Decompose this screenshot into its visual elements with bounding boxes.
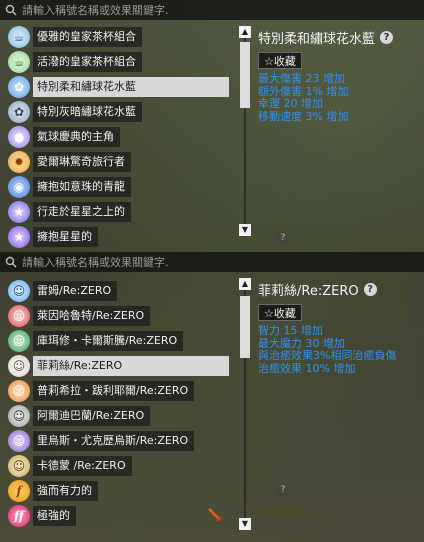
scroll-track[interactable] — [240, 290, 250, 518]
list-item-label: 氣球慶典的主角 — [33, 127, 120, 147]
list-item-label: 擁抱如意珠的青龍 — [33, 177, 131, 197]
help-icon[interactable]: ? — [276, 231, 290, 245]
scroll-down-button[interactable]: ▼ — [239, 224, 251, 236]
list-item-label: 萊因哈魯特/Re:ZERO — [33, 306, 151, 326]
search-bar — [0, 0, 424, 20]
hydrangea-gray-icon: ✿ — [8, 101, 30, 123]
list-item-label: 行走於星星之上的 — [33, 202, 131, 222]
list-item[interactable]: ✹ 愛爾琳驚奇旅行者 — [0, 149, 232, 174]
sun-icon: ✹ — [8, 151, 30, 173]
scrollbar[interactable]: ▲ ▼ — [238, 278, 252, 530]
list-item-label: 極強的 — [33, 506, 76, 526]
list-item-label: 里烏斯・尤克歷烏斯/Re:ZERO — [33, 431, 195, 451]
list-item-label: 強而有力的 — [33, 481, 98, 501]
title-detail: 特別柔和繡球花水藍 ? ☆收藏 最大傷害 23 增加 額外傷害 1% 增加 幸運… — [258, 28, 418, 123]
stat-list: 最大傷害 23 增加 額外傷害 1% 增加 幸運 20 增加 移動速度 3% 增… — [258, 72, 418, 123]
list-item[interactable]: ☺ 萊因哈魯特/Re:ZERO — [0, 303, 232, 328]
detail-title: 菲莉絲/Re:ZERO — [258, 284, 359, 299]
scroll-thumb[interactable] — [240, 296, 250, 358]
list-item-label: 優雅的皇家茶杯組合 — [33, 27, 142, 47]
title-panel-2: ☺ 雷姆/Re:ZERO ☺ 萊因哈魯特/Re:ZERO ☺ 庫珥修・卡爾斯騰/… — [0, 250, 424, 542]
detail-title: 特別柔和繡球花水藍 — [258, 32, 376, 47]
scrollbar[interactable]: ▲ ▼ — [238, 26, 252, 236]
list-item-label: 雷姆/Re:ZERO — [33, 281, 118, 301]
search-bar — [0, 252, 424, 272]
list-item-label: 卡德蒙 /Re:ZERO — [33, 456, 132, 476]
detail-title-row: 特別柔和繡球花水藍 ? — [258, 28, 418, 47]
favorite-button[interactable]: ☆收藏 — [258, 52, 302, 69]
list-item[interactable]: ☺ 雷姆/Re:ZERO — [0, 278, 232, 303]
search-input[interactable] — [22, 1, 424, 19]
scroll-down-button[interactable]: ▼ — [239, 518, 251, 530]
priscilla-avatar-icon: ☺ — [8, 380, 30, 402]
title-list: ☺ 雷姆/Re:ZERO ☺ 萊因哈魯特/Re:ZERO ☺ 庫珥修・卡爾斯騰/… — [0, 278, 232, 528]
list-item-label: 庫珥修・卡爾斯騰/Re:ZERO — [33, 331, 184, 351]
search-icon[interactable] — [0, 252, 22, 272]
list-item[interactable]: ★ 行走於星星之上的 — [0, 199, 232, 224]
list-item-label: 擁抱星星的 — [33, 227, 98, 247]
list-item[interactable]: ✿ 特別灰暗繡球花水藍 — [0, 99, 232, 124]
hydrangea-blue-icon: ✿ — [8, 76, 30, 98]
stat-list: 智力 15 增加 最大魔力 30 增加 與治癒效果3%相同治癒負傷 治癒效果 1… — [258, 324, 418, 375]
list-item-label: 活潑的皇家茶杯組合 — [33, 52, 142, 72]
list-item[interactable]: ☕ 優雅的皇家茶杯組合 — [0, 24, 232, 49]
favorite-button[interactable]: ☆收藏 — [258, 304, 302, 321]
help-icon[interactable]: ? — [276, 483, 290, 497]
scroll-up-button[interactable]: ▲ — [239, 26, 251, 38]
stat-line: 與治癒效果3%相同治癒負傷 — [258, 349, 397, 362]
list-item[interactable]: ☺ 普莉希拉・跋利耶爾/Re:ZERO — [0, 378, 232, 403]
search-input[interactable] — [22, 253, 424, 271]
title-list: ☕ 優雅的皇家茶杯組合 ☕ 活潑的皇家茶杯組合 ✿ 特別柔和繡球花水藍 ✿ 特別… — [0, 24, 232, 249]
title-panel-1: ☕ 優雅的皇家茶杯組合 ☕ 活潑的皇家茶杯組合 ✿ 特別柔和繡球花水藍 ✿ 特別… — [0, 0, 424, 250]
star-orb-icon: ★ — [8, 226, 30, 248]
julius-avatar-icon: ☺ — [8, 430, 30, 452]
list-item[interactable]: f 強而有力的 — [0, 478, 232, 503]
list-item-label: 特別柔和繡球花水藍 — [33, 77, 229, 97]
list-item[interactable]: ☺ 卡德蒙 /Re:ZERO — [0, 453, 232, 478]
strength-icon: ff — [8, 505, 30, 527]
scroll-track[interactable] — [240, 38, 250, 224]
search-icon[interactable] — [0, 0, 22, 20]
list-item[interactable]: ☺ 庫珥修・卡爾斯騰/Re:ZERO — [0, 328, 232, 353]
crusch-avatar-icon: ☺ — [8, 330, 30, 352]
list-item-selected[interactable]: ☺ 菲莉絲/Re:ZERO — [0, 353, 232, 378]
list-item-label: 普莉希拉・跋利耶爾/Re:ZERO — [33, 381, 195, 401]
list-item[interactable]: ● 氣球慶典的主角 — [0, 124, 232, 149]
teacup-icon: ☕ — [8, 26, 30, 48]
stat-line: 幸運 20 增加 — [258, 97, 323, 110]
stat-line: 治癒效果 10% 增加 — [258, 361, 356, 375]
stat-line: 智力 15 增加 — [258, 324, 323, 337]
title-detail: 菲莉絲/Re:ZERO ? ☆收藏 智力 15 增加 最大魔力 30 增加 與治… — [258, 280, 418, 375]
list-item[interactable]: ◉ 擁抱如意珠的青龍 — [0, 174, 232, 199]
list-item[interactable]: ★ 擁抱星星的 — [0, 224, 232, 249]
list-item-label: 阿爾迪巴蘭/Re:ZERO — [33, 406, 151, 426]
reinhard-avatar-icon: ☺ — [8, 305, 30, 327]
strength-icon: f — [8, 480, 30, 502]
rem-avatar-icon: ☺ — [8, 280, 30, 302]
kadomon-avatar-icon: ☺ — [8, 455, 30, 477]
help-icon[interactable]: ? — [380, 31, 394, 44]
scroll-thumb[interactable] — [240, 42, 250, 108]
stat-line: 最大傷害 23 增加 — [258, 72, 345, 85]
stat-line: 移動速度 3% 增加 — [258, 109, 349, 123]
list-item[interactable]: ☺ 阿爾迪巴蘭/Re:ZERO — [0, 403, 232, 428]
dragon-orb-icon: ◉ — [8, 176, 30, 198]
list-item-selected[interactable]: ✿ 特別柔和繡球花水藍 — [0, 74, 232, 99]
help-icon[interactable]: ? — [363, 283, 377, 296]
felix-avatar-icon: ☺ — [8, 355, 30, 377]
list-item-label: 特別灰暗繡球花水藍 — [33, 102, 142, 122]
list-item-label: 菲莉絲/Re:ZERO — [33, 356, 229, 376]
list-item[interactable]: ☕ 活潑的皇家茶杯組合 — [0, 49, 232, 74]
sword-icon — [206, 506, 224, 524]
star-orb-icon: ★ — [8, 201, 30, 223]
list-item[interactable]: ff 極強的 — [0, 503, 232, 528]
list-item[interactable]: ☺ 里烏斯・尤克歷烏斯/Re:ZERO — [0, 428, 232, 453]
detail-title-row: 菲莉絲/Re:ZERO ? — [258, 280, 418, 299]
al-avatar-icon: ☺ — [8, 405, 30, 427]
scroll-up-button[interactable]: ▲ — [239, 278, 251, 290]
balloon-icon: ● — [8, 126, 30, 148]
list-item-label: 愛爾琳驚奇旅行者 — [33, 152, 131, 172]
teacup-icon: ☕ — [8, 51, 30, 73]
